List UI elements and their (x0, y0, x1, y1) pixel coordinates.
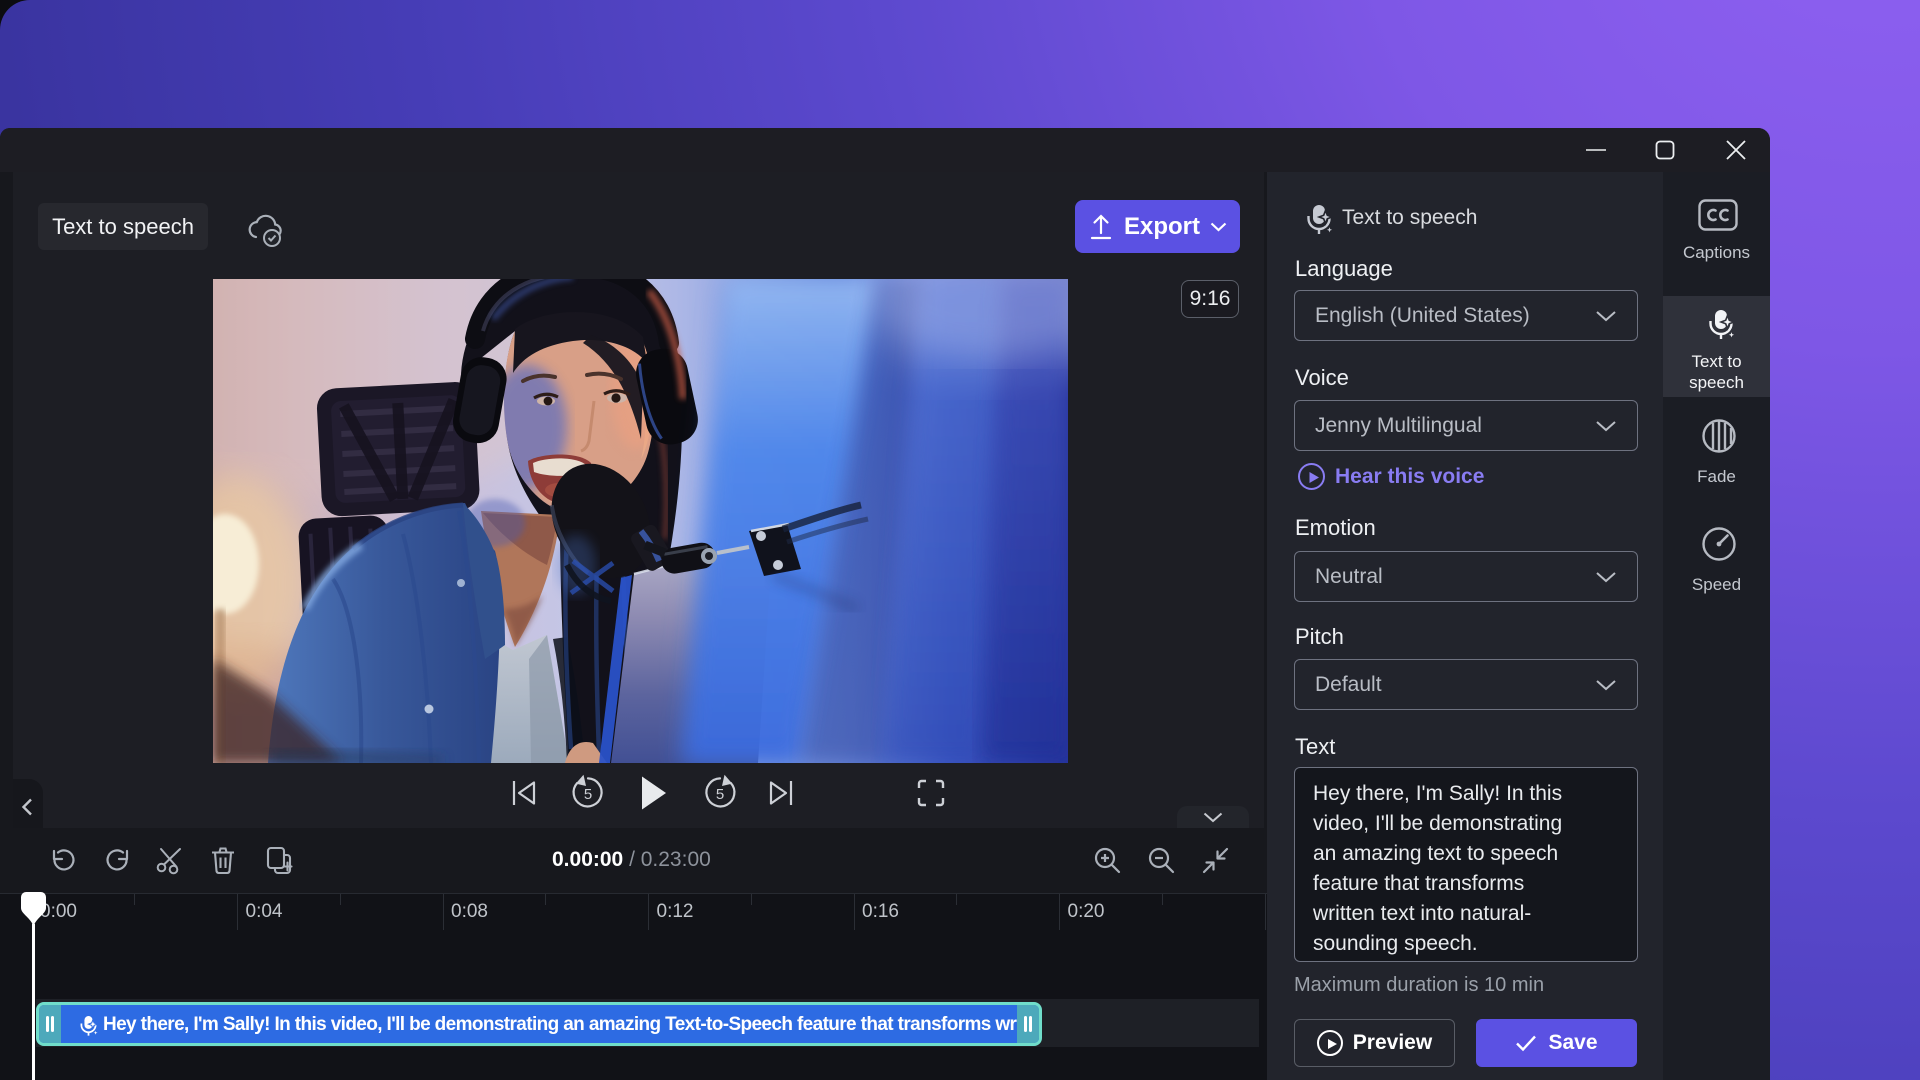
svg-text:5: 5 (584, 786, 592, 803)
svg-text:5: 5 (716, 786, 724, 803)
